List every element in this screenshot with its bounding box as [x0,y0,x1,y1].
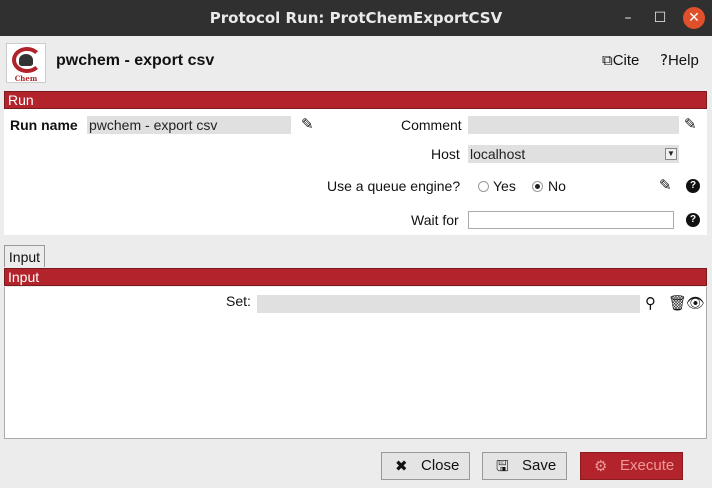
gears-icon: ⚙ [594,457,608,475]
queue-yes-radio[interactable] [478,181,489,192]
close-button[interactable]: ✖ Close [381,452,470,480]
eye-icon[interactable]: 👁 [686,294,705,312]
wait-for-field[interactable] [468,211,674,229]
set-label: Set: [226,293,251,309]
protocol-title: pwchem - export csv [56,52,215,69]
run-panel: Run name pwchem - export csv ✎ Comment ✎… [4,109,707,235]
question-circle-icon: ? [660,51,668,69]
x-icon: ✖ [395,457,408,475]
chem-logo: Chem [6,43,46,83]
input-panel: Set: ⚲ 🗑 👁 [4,287,707,439]
queue-no-radio[interactable] [532,181,543,192]
close-label: Close [421,457,460,474]
help-link[interactable]: ?Help [660,51,699,69]
set-field[interactable] [257,295,640,313]
wait-for-label: Wait for [411,212,459,228]
edit-comment-icon[interactable]: ✎ [684,115,697,133]
minimize-icon[interactable]: – [618,8,638,28]
floppy-disk-icon: 🖫 [496,457,509,475]
cite-link[interactable]: ⧉Cite [602,51,639,69]
edit-run-name-icon[interactable]: ✎ [301,115,314,133]
close-icon[interactable]: ✕ [683,7,705,29]
search-icon[interactable]: ⚲ [645,294,656,312]
tab-input[interactable]: Input [4,245,45,267]
run-section-header: Run [4,91,707,109]
run-name-label: Run name [10,117,78,133]
save-button[interactable]: 🖫 Save [482,452,567,480]
execute-label: Execute [620,457,675,474]
host-select[interactable]: localhost ▼ [468,145,679,163]
run-name-field[interactable]: pwchem - export csv [87,116,291,134]
window-title: Protocol Run: ProtChemExportCSV [209,9,503,27]
input-section-header: Input [4,268,707,286]
comment-field[interactable] [468,116,679,134]
protocol-window: Protocol Run: ProtChemExportCSV – ☐ ✕ Ch… [0,0,712,488]
queue-label: Use a queue engine? [327,178,461,194]
maximize-icon[interactable]: ☐ [650,8,670,28]
comment-label: Comment [401,117,462,133]
edit-queue-icon[interactable]: ✎ [659,176,672,194]
trash-icon[interactable]: 🗑 [668,294,687,312]
external-link-icon: ⧉ [602,51,613,69]
queue-yes-label: Yes [493,178,516,194]
save-label: Save [522,457,557,474]
logo-text: Chem [14,74,38,83]
queue-help-icon[interactable]: ? [686,179,700,193]
title-bar: Protocol Run: ProtChemExportCSV – ☐ ✕ [0,0,712,36]
host-value: localhost [470,146,526,162]
host-label: Host [431,146,460,162]
queue-no-label: No [548,178,566,194]
protocol-header: Chem pwchem - export csv ⧉Cite ?Help [0,36,712,86]
chevron-down-icon[interactable]: ▼ [665,148,677,160]
execute-button[interactable]: ⚙ Execute [580,452,683,480]
cite-label: Cite [612,52,640,69]
wait-for-help-icon[interactable]: ? [686,213,700,227]
help-label: Help [667,52,699,69]
